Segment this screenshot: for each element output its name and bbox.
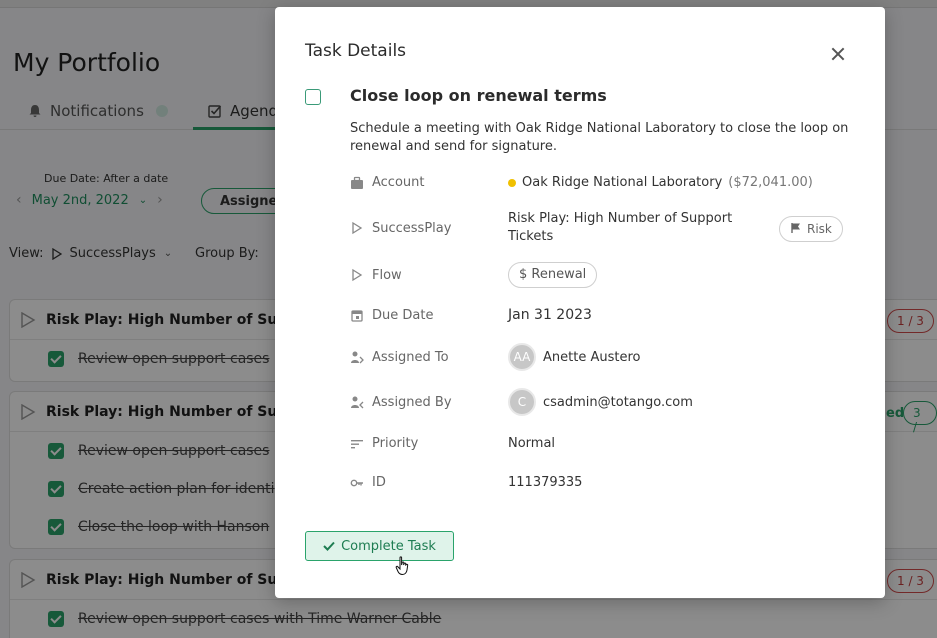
field-value: Oak Ridge National Laboratory ($72,041.0… bbox=[508, 175, 813, 190]
calendar-icon bbox=[351, 310, 363, 322]
risk-tag-label: Risk bbox=[807, 222, 832, 236]
flag-icon bbox=[791, 223, 800, 233]
priority-value[interactable]: Normal bbox=[508, 436, 555, 451]
field-label: Priority bbox=[372, 436, 419, 451]
modal-title: Task Details bbox=[305, 41, 407, 61]
avatar: C bbox=[508, 388, 536, 416]
field-id: ID 111379335 bbox=[350, 475, 860, 490]
key-icon bbox=[350, 479, 363, 486]
hand-cursor-icon bbox=[395, 556, 409, 576]
assigner-email: csadmin@totango.com bbox=[543, 394, 693, 410]
field-label: SuccessPlay bbox=[372, 220, 452, 236]
play-icon bbox=[352, 268, 363, 282]
assignee-name: Anette Austero bbox=[543, 349, 641, 365]
field-value[interactable]: AA Anette Austero bbox=[508, 343, 640, 371]
task-description: Schedule a meeting with Oak Ridge Nation… bbox=[350, 121, 849, 154]
avatar: AA bbox=[508, 343, 536, 371]
play-icon bbox=[352, 221, 363, 235]
user-assign-icon bbox=[351, 396, 364, 409]
field-label: ID bbox=[372, 475, 386, 490]
task-details-modal: Task Details Close loop on renewal terms… bbox=[275, 7, 885, 598]
priority-icon bbox=[351, 439, 363, 448]
field-label: Account bbox=[372, 175, 425, 190]
briefcase-icon bbox=[351, 176, 363, 189]
user-assign-icon bbox=[351, 351, 364, 364]
due-date-value[interactable]: Jan 31 2023 bbox=[508, 307, 592, 323]
close-icon[interactable] bbox=[828, 44, 848, 64]
task-id-value: 111379335 bbox=[508, 475, 583, 490]
field-flow: Flow $ Renewal bbox=[350, 262, 860, 288]
task-title: Close loop on renewal terms bbox=[350, 86, 607, 105]
field-due-date: Due Date Jan 31 2023 bbox=[350, 307, 860, 323]
account-name[interactable]: Oak Ridge National Laboratory bbox=[522, 175, 722, 190]
task-complete-checkbox[interactable] bbox=[305, 89, 321, 105]
field-value: C csadmin@totango.com bbox=[508, 388, 693, 416]
field-label: Assigned To bbox=[372, 349, 449, 365]
check-icon bbox=[323, 541, 335, 551]
field-label: Due Date bbox=[372, 307, 434, 323]
risk-tag: Risk bbox=[779, 216, 843, 242]
account-amount: ($72,041.00) bbox=[728, 175, 813, 190]
field-label: Assigned By bbox=[372, 394, 452, 410]
field-assigned-by: Assigned By C csadmin@totango.com bbox=[350, 388, 860, 416]
complete-task-label: Complete Task bbox=[341, 538, 436, 554]
flow-tag[interactable]: $ Renewal bbox=[508, 262, 598, 288]
complete-task-button[interactable]: Complete Task bbox=[305, 531, 454, 561]
field-account: Account Oak Ridge National Laboratory ($… bbox=[350, 175, 860, 190]
successplay-value[interactable]: Risk Play: High Number of Support Ticket… bbox=[508, 210, 748, 246]
field-label: Flow bbox=[372, 267, 402, 283]
field-priority: Priority Normal bbox=[350, 436, 860, 451]
account-health-dot bbox=[508, 178, 516, 187]
field-assigned-to: Assigned To AA Anette Austero bbox=[350, 343, 860, 371]
